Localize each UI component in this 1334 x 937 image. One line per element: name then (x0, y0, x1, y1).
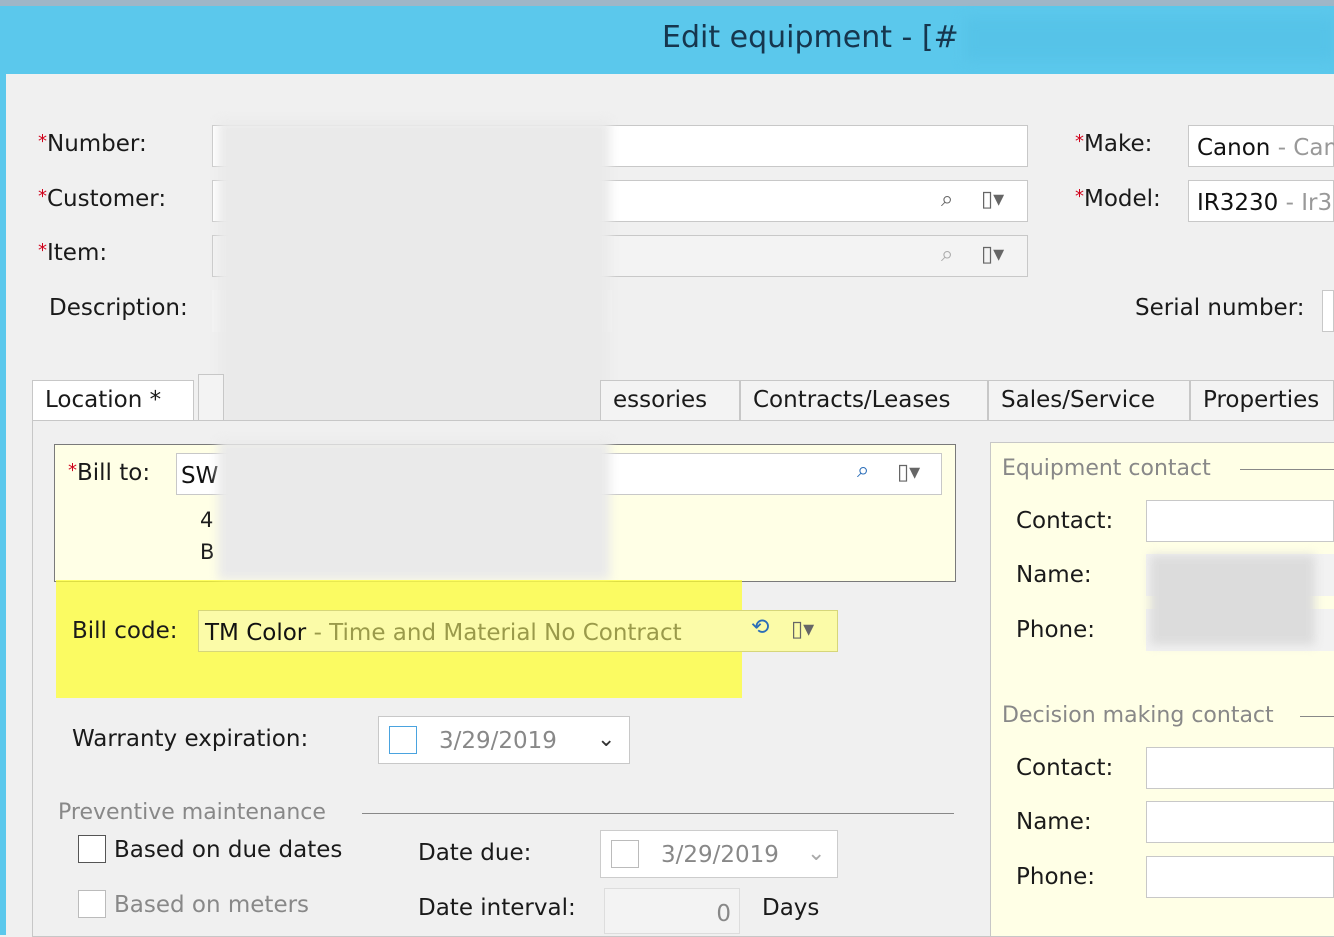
make-detail: - Can (1270, 135, 1334, 161)
tab-contracts-leases[interactable]: Contracts/Leases (740, 380, 988, 420)
bill-to-address-line2: B (200, 540, 215, 564)
bill-code-label: Bill code: (72, 618, 178, 644)
model-label: *Model: (1075, 186, 1161, 212)
decision-contact-field[interactable] (1146, 747, 1334, 789)
date-interval-label: Date interval: (418, 895, 576, 921)
date-interval-value: 0 (716, 901, 731, 927)
decision-contact-group: Decision making contact (1002, 703, 1274, 728)
document-dropdown-icon[interactable]: ▯▾ (897, 462, 920, 484)
bill-to-value: SW (181, 463, 219, 489)
customer-label: *Customer: (38, 186, 167, 212)
based-meters-label: Based on meters (114, 892, 310, 918)
bill-to-address-line1: 4 (200, 508, 214, 532)
based-due-dates-label: Based on due dates (114, 837, 343, 863)
model-value: IR3230 (1197, 190, 1279, 216)
make-field[interactable]: Canon - Can (1188, 125, 1334, 167)
search-icon[interactable]: ⌕ (941, 244, 953, 266)
equipment-name-label: Name: (1016, 562, 1092, 588)
tab-hidden[interactable] (198, 374, 224, 420)
decision-name-label: Name: (1016, 809, 1092, 835)
based-due-dates-checkbox[interactable] (78, 835, 106, 863)
item-label: *Item: (38, 240, 108, 266)
bill-code-field[interactable]: TM Color - Time and Material No Contract… (198, 610, 838, 652)
decision-phone-field[interactable] (1146, 856, 1334, 898)
serial-label: Serial number: (1135, 295, 1305, 321)
tab-properties[interactable]: Properties (1190, 380, 1334, 420)
decision-name-field[interactable] (1146, 801, 1334, 843)
document-dropdown-icon[interactable]: ▯▾ (981, 189, 1004, 211)
warranty-checkbox[interactable] (389, 726, 417, 754)
tab-location[interactable]: Location * (32, 380, 194, 420)
date-due-picker[interactable]: 3/29/2019 ⌄ (600, 830, 838, 878)
document-dropdown-icon[interactable]: ▯▾ (981, 244, 1004, 266)
tab-sales-service[interactable]: Sales/Service (988, 380, 1190, 420)
window-title: Edit equipment - [# (662, 20, 959, 55)
decision-phone-label: Phone: (1016, 864, 1095, 890)
make-value: Canon (1197, 135, 1271, 161)
equipment-contact-group: Equipment contact (1002, 456, 1211, 481)
group-divider (362, 813, 954, 814)
title-redaction (965, 18, 1334, 60)
serial-field[interactable] (1322, 290, 1334, 332)
tab-accessories[interactable]: essories (600, 380, 740, 420)
chevron-down-icon[interactable]: ⌄ (597, 729, 615, 751)
model-field[interactable]: IR3230 - Ir3 (1188, 180, 1334, 222)
group-divider (1240, 469, 1334, 470)
warranty-date-picker[interactable]: 3/29/2019 ⌄ (378, 716, 630, 764)
group-divider (1300, 716, 1334, 717)
preventive-group-label: Preventive maintenance (58, 800, 326, 825)
chevron-down-icon[interactable]: ⌄ (807, 843, 825, 865)
decision-contact-label: Contact: (1016, 755, 1114, 781)
equipment-phone-label: Phone: (1016, 617, 1095, 643)
date-interval-unit: Days (762, 895, 820, 921)
search-icon[interactable]: ⌕ (857, 460, 869, 482)
search-icon[interactable]: ⌕ (941, 189, 953, 211)
bill-code-detail: - Time and Material No Contract (306, 620, 682, 646)
date-due-checkbox[interactable] (611, 840, 639, 868)
warranty-date-value: 3/29/2019 (439, 728, 557, 754)
redaction-blur-2 (218, 440, 610, 580)
model-detail: - Ir3 (1278, 190, 1333, 216)
refresh-search-icon[interactable]: ⟲ (751, 617, 769, 639)
equipment-contact-field[interactable] (1146, 500, 1334, 542)
description-label: Description: (49, 295, 188, 321)
date-interval-field[interactable]: 0 (604, 888, 740, 934)
based-meters-checkbox[interactable] (78, 890, 106, 918)
document-dropdown-icon[interactable]: ▯▾ (791, 619, 814, 641)
warranty-label: Warranty expiration: (72, 726, 309, 752)
date-due-value: 3/29/2019 (661, 842, 779, 868)
redaction-blur-3 (1150, 555, 1315, 645)
bill-to-label: *Bill to: (68, 460, 151, 486)
number-label: *Number: (38, 131, 147, 157)
equipment-contact-label: Contact: (1016, 508, 1114, 534)
date-due-label: Date due: (418, 840, 532, 866)
bill-code-value: TM Color (205, 620, 307, 646)
make-label: *Make: (1075, 131, 1153, 157)
